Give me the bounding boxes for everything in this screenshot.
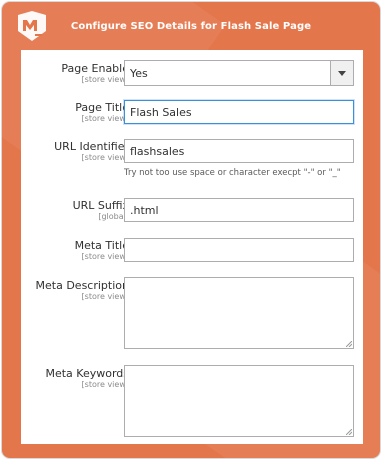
meta-keywords-textarea[interactable] xyxy=(124,365,354,437)
meta-title-row: Meta Title [store view] xyxy=(21,238,363,264)
page-title-row: Page Title [store view] Flash Sales xyxy=(21,100,363,126)
meta-description-row: Meta Description [store view] xyxy=(21,277,363,351)
page-enable-label: Page Enable xyxy=(61,62,129,75)
resize-handle-icon[interactable] xyxy=(346,341,352,347)
page-enable-row: Page Enable [store view] Yes xyxy=(21,60,363,88)
page-title: Configure SEO Details for Flash Sale Pag… xyxy=(70,21,312,32)
page-title-label: Page Title xyxy=(75,101,129,114)
meta-keywords-label: Meta Keywords xyxy=(45,367,129,380)
url-identifier-input[interactable]: flashsales xyxy=(124,139,354,163)
url-identifier-label: URL Identifier xyxy=(54,140,129,153)
url-suffix-scope: [global] xyxy=(98,212,129,221)
page-enable-select[interactable]: Yes xyxy=(124,60,354,86)
page-enable-value: Yes xyxy=(130,66,148,80)
meta-description-textarea[interactable] xyxy=(124,277,354,349)
meta-keywords-scope: [store view] xyxy=(81,380,129,389)
meta-description-label: Meta Description xyxy=(35,279,129,292)
url-identifier-value: flashsales xyxy=(130,144,185,158)
meta-title-input[interactable] xyxy=(124,238,354,262)
url-suffix-input[interactable]: .html xyxy=(124,198,354,222)
meta-title-label: Meta Title xyxy=(74,239,129,252)
url-suffix-row: URL Suffix [global] .html xyxy=(21,198,363,224)
page-title-input[interactable]: Flash Sales xyxy=(124,100,354,124)
meta-title-scope: [store view] xyxy=(81,252,129,261)
meta-description-scope: [store view] xyxy=(81,292,129,301)
url-identifier-row: URL Identifier [store view] flashsales T… xyxy=(21,139,363,189)
page-title-scope: [store view] xyxy=(81,114,129,123)
url-identifier-note: Try not too use space or character execp… xyxy=(124,168,341,178)
seo-settings-panel: Page Enable [store view] Yes Page Title … xyxy=(21,50,363,444)
meta-keywords-row: Meta Keywords [store view] xyxy=(21,365,363,439)
app-frame: Configure SEO Details for Flash Sale Pag… xyxy=(2,2,380,458)
page-enable-scope: [store view] xyxy=(81,75,129,84)
url-suffix-label: URL Suffix xyxy=(72,199,129,212)
resize-handle-icon[interactable] xyxy=(346,429,352,435)
url-identifier-scope: [store view] xyxy=(81,153,129,162)
page-title-value: Flash Sales xyxy=(130,105,192,119)
url-suffix-value: .html xyxy=(130,203,159,217)
chevron-down-icon[interactable] xyxy=(330,61,353,85)
